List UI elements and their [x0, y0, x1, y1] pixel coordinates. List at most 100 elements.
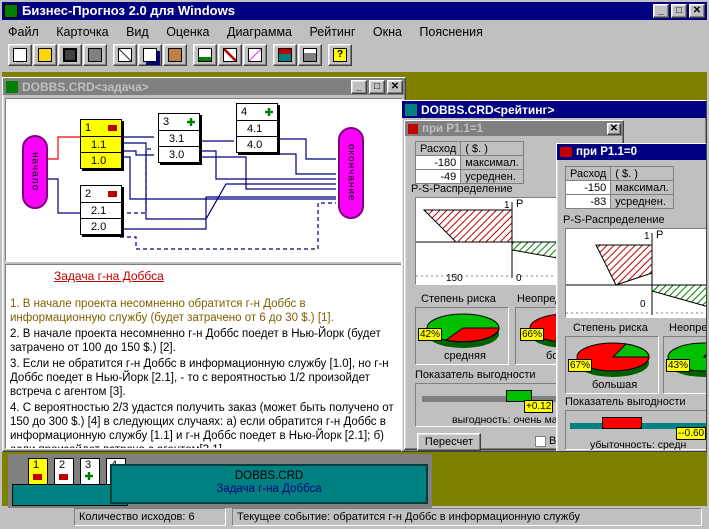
x-tick-150: 150	[446, 273, 463, 284]
paragraph-2: 2. В начале проекта несомненно г-н Доббс…	[10, 328, 381, 354]
help-icon[interactable]: ?	[328, 44, 352, 66]
menu-help[interactable]: Пояснения	[419, 25, 482, 39]
negative-marker-icon	[108, 191, 117, 197]
calculator-icon[interactable]	[298, 44, 322, 66]
node-id: 2	[85, 188, 92, 200]
outcome-2-1[interactable]: 2.1	[81, 202, 121, 218]
ps-label: P-S-Распределение	[563, 214, 665, 226]
outcome-4-1[interactable]: 4.1	[237, 120, 277, 136]
paste-icon[interactable]	[163, 44, 187, 66]
calc-bar-icon[interactable]	[273, 44, 297, 66]
scenario-window-2: при Р1.1=0 Расход( $. ) -150 максимал. -8…	[556, 143, 707, 451]
positive-marker-icon	[265, 108, 273, 116]
scissors-icon[interactable]	[113, 44, 137, 66]
minimize-button[interactable]: _	[653, 4, 669, 18]
table-icon[interactable]	[193, 44, 217, 66]
outcome-2-0[interactable]: 2.0	[81, 218, 121, 234]
expense-table: Расход( $. ) -180 максимал. -49 усреднен.	[414, 141, 524, 184]
scenario-icon	[408, 123, 418, 134]
close-button[interactable]: ✕	[689, 4, 705, 18]
copy-icon[interactable]	[138, 44, 162, 66]
x-tick-0: 0	[640, 299, 646, 310]
open-icon[interactable]	[33, 44, 57, 66]
print-icon[interactable]	[83, 44, 107, 66]
event-node-4[interactable]: 4 4.1 4.0	[236, 103, 278, 153]
profit-label: Показатель выгодности	[415, 369, 536, 381]
app-titlebar: Бизнес-Прогноз 2.0 для Windows _ □ ✕	[2, 2, 707, 20]
checkbox-box[interactable]	[535, 435, 546, 447]
risk-gauge-1: 42% средняя	[415, 307, 509, 365]
outcome-3-1[interactable]: 3.1	[159, 130, 199, 146]
risk-percent: 42%	[418, 328, 443, 341]
window-icon	[6, 80, 18, 93]
max-label: максимал.	[460, 155, 524, 170]
end-node[interactable]: окончание	[338, 127, 364, 219]
scenario-2-titlebar[interactable]: при Р1.1=0	[557, 144, 706, 160]
profit-gauge-2: --0.60 убыточность: средн	[565, 410, 706, 451]
menu-card[interactable]: Карточка	[56, 25, 108, 39]
card-tab-label: 2	[59, 459, 66, 471]
menu-file[interactable]: Файл	[8, 25, 39, 39]
task-close-button[interactable]: ✕	[387, 79, 403, 94]
task-maximize-button[interactable]: □	[369, 79, 385, 94]
card-tab-label: 3	[85, 459, 92, 471]
scenario-1-close-button[interactable]: ✕	[607, 122, 621, 135]
rating-title: DOBBS.CRD<рейтинг>	[421, 102, 555, 117]
new-icon[interactable]	[8, 44, 32, 66]
end-label: окончание	[345, 144, 357, 202]
save-icon[interactable]	[58, 44, 82, 66]
diagram-canvas[interactable]: начало окончание 1 1.1 1.0 2 2.1 2.0 3 3…	[5, 98, 403, 262]
outcome-4-0[interactable]: 4.0	[237, 136, 277, 152]
task-window: DOBBS.CRD<задача> _ □ ✕ начало окончание…	[2, 77, 406, 452]
node-id: 3	[163, 116, 170, 128]
task-minimize-button[interactable]: _	[351, 79, 367, 94]
outcome-1-0[interactable]: 1.0	[81, 152, 121, 168]
task-description[interactable]: Задача г-на Доббса 1. В начале проекта н…	[5, 264, 403, 449]
p-axis-label: P	[656, 229, 664, 241]
uncertainty-label: Неопред	[517, 293, 562, 305]
chart-icon[interactable]	[243, 44, 267, 66]
card-info-panel[interactable]: DOBBS.CRD Задача г-на Доббса	[110, 464, 428, 504]
task-window-titlebar[interactable]: DOBBS.CRD<задача> _ □ ✕	[3, 78, 405, 95]
menu-estimate[interactable]: Оценка	[166, 25, 209, 39]
card-file-name: DOBBS.CRD	[234, 470, 304, 482]
negative-marker-icon	[108, 125, 117, 131]
negative-marker-icon	[33, 474, 42, 480]
profit-value: +0.12	[524, 400, 554, 413]
scenario-1-titlebar[interactable]: при Р1.1=1 ✕	[405, 121, 623, 136]
rating-icon	[405, 103, 417, 116]
event-node-1[interactable]: 1 1.1 1.0	[80, 119, 122, 169]
recalc-button[interactable]: Пересчет	[417, 433, 481, 451]
rating-titlebar[interactable]: DOBBS.CRD<рейтинг>	[402, 101, 706, 118]
menu-rating[interactable]: Рейтинг	[309, 25, 355, 39]
show-checkbox[interactable]: В	[535, 435, 556, 447]
app-title: Бизнес-Прогноз 2.0 для Windows	[22, 3, 235, 18]
uncertainty-label: Неопре	[669, 322, 707, 334]
outcome-3-0[interactable]: 3.0	[159, 146, 199, 162]
positive-marker-icon	[187, 118, 195, 126]
risk-gauge-2: 67% большая	[565, 336, 659, 394]
negative-marker-icon	[59, 474, 68, 480]
menu-windows[interactable]: Окна	[373, 25, 402, 39]
max-label: максимал.	[610, 180, 674, 195]
risk-word: большая	[592, 379, 638, 391]
unit-header: ( $. )	[460, 141, 524, 156]
event-node-3[interactable]: 3 3.1 3.0	[158, 113, 200, 163]
profit-marker	[602, 417, 642, 429]
scenario-1-title: при Р1.1=1	[422, 122, 484, 135]
outcome-1-1[interactable]: 1.1	[81, 136, 121, 152]
max-value: -180	[414, 155, 462, 170]
start-node[interactable]: начало	[22, 135, 48, 209]
menu-view[interactable]: Вид	[126, 25, 149, 39]
menu-diagram[interactable]: Диаграмма	[227, 25, 292, 39]
node-id: 4	[241, 106, 248, 118]
maximize-button[interactable]: □	[671, 4, 687, 18]
paragraph-4: 4. С вероятностью 2/3 удастся получить з…	[10, 402, 394, 448]
pencil-icon[interactable]	[218, 44, 242, 66]
menu-bar: Файл Карточка Вид Оценка Диаграмма Рейти…	[8, 23, 497, 41]
event-node-2[interactable]: 2 2.1 2.0	[80, 185, 122, 235]
toolbar: ?	[8, 44, 353, 68]
app-icon[interactable]	[4, 4, 18, 18]
status-outcomes: Количество исходов: 6	[74, 508, 226, 526]
expense-table-2: Расход( $. ) -150 максимал. -83 усреднен.	[564, 166, 674, 209]
